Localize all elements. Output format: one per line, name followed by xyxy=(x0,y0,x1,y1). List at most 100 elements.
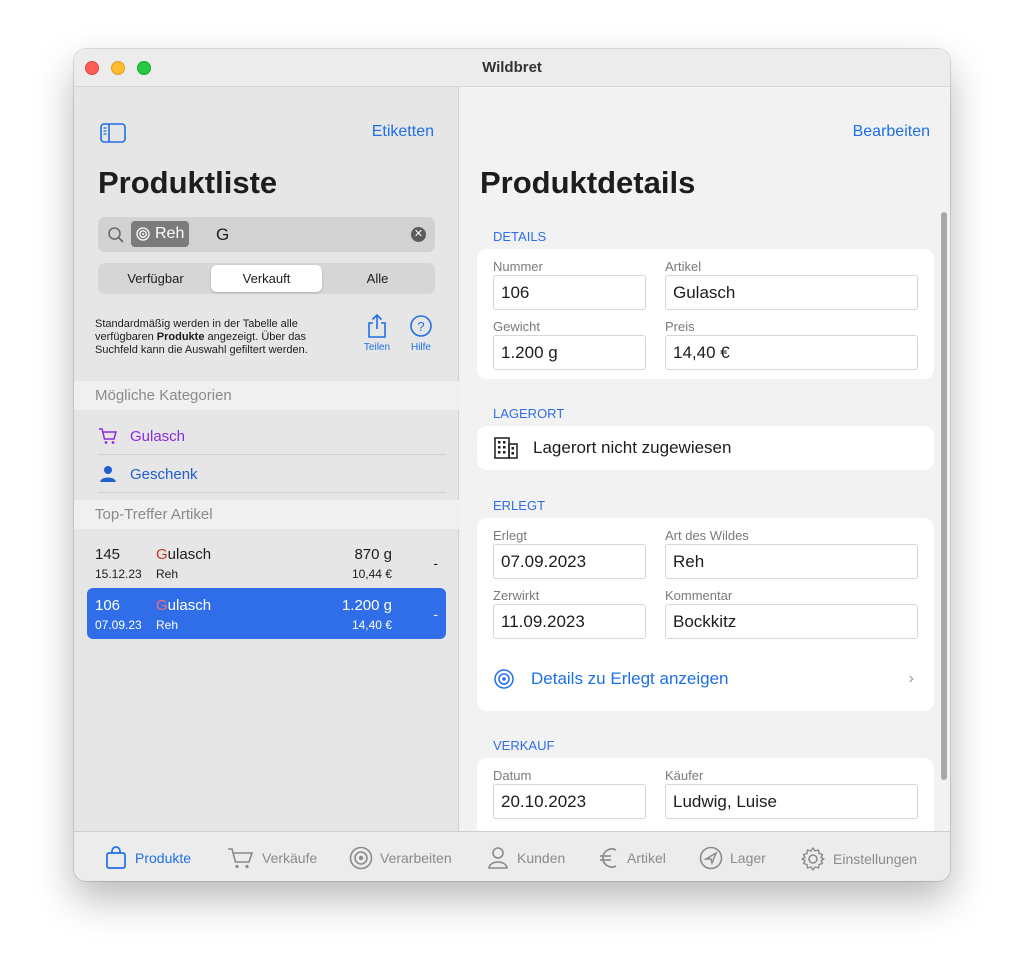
nummer-label: Nummer xyxy=(493,259,543,274)
clear-search-icon[interactable]: ✕ xyxy=(411,227,426,242)
category-label: Geschenk xyxy=(130,465,198,483)
category-label: Gulasch xyxy=(130,427,186,445)
lagerort-value: Lagerort nicht zugewiesen xyxy=(533,438,732,457)
chevron-right-icon: › xyxy=(908,670,914,687)
result-dash: - xyxy=(433,606,438,622)
kommentar-field[interactable]: Bockkitz xyxy=(665,604,918,639)
result-date: 07.09.23 xyxy=(95,618,142,632)
segment-verfuegbar[interactable]: Verfügbar xyxy=(100,265,211,292)
erlegt-card: Erlegt 07.09.2023 Art des Wildes Reh Zer… xyxy=(477,518,934,711)
details-group-label: DETAILS xyxy=(493,229,547,244)
tab-produkte[interactable]: Produkte xyxy=(104,846,191,870)
filter-segmented-control: Verfügbar Verkauft Alle xyxy=(98,263,435,294)
tab-label: Artikel xyxy=(627,850,666,866)
datum-label: Datum xyxy=(493,768,532,783)
sidebar: Etiketten Produktliste Reh G ✕ Verfügbar… xyxy=(74,87,459,831)
result-weight: 870 g xyxy=(354,546,392,563)
tab-label: Verkäufe xyxy=(262,850,318,866)
help-text: Standardmäßig werden in der Tabelle alle… xyxy=(95,318,350,357)
preis-field[interactable]: 14,40 € xyxy=(665,335,918,370)
kommentar-label: Kommentar xyxy=(665,588,733,603)
result-price: 10,44 € xyxy=(351,567,392,581)
result-price: 14,40 € xyxy=(351,618,392,632)
result-name: Gulasch xyxy=(156,597,211,614)
help-icon: ? xyxy=(410,315,432,337)
teilen-label: Teilen xyxy=(363,342,391,353)
erlegt-details-link[interactable]: Details zu Erlegt anzeigen › xyxy=(493,664,918,694)
search-token-label: Reh xyxy=(155,225,185,242)
lagerort-row[interactable]: Lagerort nicht zugewiesen xyxy=(477,426,934,470)
tab-einstellungen[interactable]: Einstellungen xyxy=(800,846,917,872)
result-weight: 1.200 g xyxy=(341,597,392,614)
gewicht-label: Gewicht xyxy=(493,319,540,334)
segment-verkauft[interactable]: Verkauft xyxy=(211,265,322,292)
search-input[interactable]: G xyxy=(216,225,229,245)
erlegt-details-link-label: Details zu Erlegt anzeigen xyxy=(531,669,729,688)
art-field[interactable]: Reh xyxy=(665,544,918,579)
erlegt-field[interactable]: 07.09.2023 xyxy=(493,544,646,579)
art-label: Art des Wildes xyxy=(665,528,749,543)
detail-panel: Bearbeiten Produktdetails DETAILS Nummer… xyxy=(460,87,950,831)
result-name-rest: ulasch xyxy=(167,597,212,614)
tab-label: Lager xyxy=(730,850,766,866)
segment-alle[interactable]: Alle xyxy=(322,265,433,292)
artikel-field[interactable]: Gulasch xyxy=(665,275,918,310)
tab-kunden[interactable]: Kunden xyxy=(486,846,565,870)
scrollbar[interactable] xyxy=(941,212,947,780)
result-name-match: G xyxy=(156,597,168,614)
bearbeiten-button[interactable]: Bearbeiten xyxy=(853,123,930,141)
cart-icon xyxy=(99,428,117,444)
gewicht-field[interactable]: 1.200 g xyxy=(493,335,646,370)
zerwirkt-field[interactable]: 11.09.2023 xyxy=(493,604,646,639)
title-bar: Wildbret xyxy=(74,49,950,87)
location-arrow-icon xyxy=(699,846,723,870)
etiketten-button[interactable]: Etiketten xyxy=(372,123,434,141)
verkauf-group-label: VERKAUF xyxy=(493,738,555,753)
zerwirkt-label: Zerwirkt xyxy=(493,588,540,603)
share-icon xyxy=(368,313,386,338)
svg-text:?: ? xyxy=(417,319,424,334)
artikel-label: Artikel xyxy=(665,259,702,274)
top-results-header: Top-Treffer Artikel xyxy=(74,500,459,529)
details-card: Nummer 106 Artikel Gulasch Gewicht 1.200… xyxy=(477,249,934,379)
result-name-match: G xyxy=(156,546,168,563)
erlegt-group-label: ERLEGT xyxy=(493,498,546,513)
detail-title: Produktdetails xyxy=(480,165,696,200)
nummer-field[interactable]: 106 xyxy=(493,275,646,310)
result-row-selected[interactable]: 106 07.09.23 Gulasch Reh 1.200 g 14,40 €… xyxy=(87,588,446,639)
result-row[interactable]: 145 15.12.23 Gulasch Reh 870 g 10,44 € - xyxy=(87,537,446,588)
hilfe-label: Hilfe xyxy=(410,342,431,353)
category-geschenk[interactable]: Geschenk xyxy=(98,456,446,493)
hilfe-button[interactable]: ? Hilfe xyxy=(405,313,437,353)
lagerort-group-label: LAGERORT xyxy=(493,406,565,421)
window-title: Wildbret xyxy=(482,59,542,76)
tab-bar: Produkte Verkäufe Verarbeiten Kunden Art… xyxy=(74,831,950,881)
tab-label: Kunden xyxy=(517,850,566,866)
tab-verkaeufe[interactable]: Verkäufe xyxy=(227,846,317,870)
result-name-rest: ulasch xyxy=(167,546,212,563)
search-field[interactable]: Reh G ✕ xyxy=(98,217,435,252)
tab-lager[interactable]: Lager xyxy=(699,846,766,870)
search-token[interactable]: Reh xyxy=(131,221,190,247)
kaeufer-label: Käufer xyxy=(665,768,704,783)
result-date: 15.12.23 xyxy=(95,567,142,581)
help-text-bold: Produkte xyxy=(156,331,205,343)
search-icon xyxy=(107,226,125,249)
gear-icon xyxy=(801,847,825,871)
sidebar-toggle-icon[interactable] xyxy=(100,123,126,143)
kaeufer-field[interactable]: Ludwig, Luise xyxy=(665,784,918,819)
erlegt-label: Erlegt xyxy=(493,528,527,543)
person-icon xyxy=(488,847,508,869)
result-type: Reh xyxy=(156,567,179,581)
tab-label: Verarbeiten xyxy=(380,850,452,866)
target-icon xyxy=(349,846,373,870)
teilen-button[interactable]: Teilen xyxy=(361,313,393,353)
tab-artikel[interactable]: Artikel xyxy=(598,846,666,870)
result-name: Gulasch xyxy=(156,546,211,563)
tab-verarbeiten[interactable]: Verarbeiten xyxy=(349,846,452,870)
datum-field[interactable]: 20.10.2023 xyxy=(493,784,646,819)
result-number: 145 xyxy=(95,546,121,563)
building-icon xyxy=(494,437,518,459)
category-gulasch[interactable]: Gulasch xyxy=(98,418,446,455)
tab-label: Einstellungen xyxy=(833,851,918,867)
